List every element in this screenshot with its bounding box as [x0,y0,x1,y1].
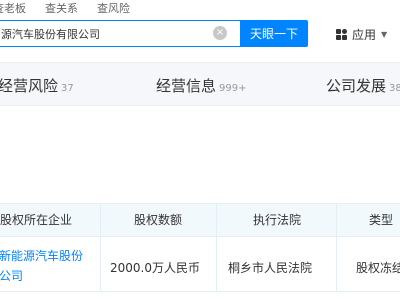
court-name: 桐乡市人民法院 [228,261,313,275]
tab-label: 公司发展 [326,77,387,95]
tab-count: 38 [389,83,400,94]
tab-label: 经营信息 [156,77,217,95]
equity-amount: 2000.0万人民币 [110,261,200,275]
tab-company-development[interactable]: 公司发展 38 [326,75,400,96]
clear-icon[interactable]: × [213,26,227,40]
company-link-continued[interactable]: 公司 [0,267,23,284]
search-button[interactable]: 天眼一下 [240,20,308,47]
dimension-tabs: 经营风险 37 经营信息 999+ 公司发展 38 [0,62,400,106]
header-court: 执行法院 [253,213,302,227]
header-type: 类型 [369,213,394,227]
company-link[interactable]: 新能源汽车股份 [0,247,83,264]
apps-grid-icon [336,28,347,40]
tab-search-boss[interactable]: 查老板 [0,1,26,17]
search-input[interactable] [1,21,207,46]
column-divider [336,237,337,291]
column-divider [216,237,217,291]
column-divider [100,204,101,236]
apps-menu-label: 应用 [352,27,377,42]
tab-search-relation[interactable]: 查关系 [45,1,78,17]
tab-count: 999+ [219,83,247,94]
header-equity-amount: 股权数额 [134,213,183,227]
column-divider [216,204,217,236]
table-header: 股权所在企业 股权数额 执行法院 类型 [0,203,400,237]
column-divider [336,204,337,236]
tab-count: 37 [61,83,74,94]
apps-menu[interactable]: 应用 ▼ [336,26,387,42]
search-type-tabs: 查老板 查关系 查风险 [0,1,149,17]
tab-business-risk[interactable]: 经营风险 37 [0,75,74,96]
equity-type: 股权冻结 [356,261,400,275]
tab-label: 经营风险 [0,77,59,95]
table-row: 新能源汽车股份 公司 2000.0万人民币 桐乡市人民法院 股权冻结 [0,237,400,292]
column-divider [100,237,101,291]
tab-business-info[interactable]: 经营信息 999+ [156,75,246,96]
search-header: 查老板 查关系 查风险 × 天眼一下 应用 ▼ [0,0,400,60]
chevron-down-icon: ▼ [381,29,388,39]
tab-search-risk[interactable]: 查风险 [97,1,130,17]
header-equity-company: 股权所在企业 [0,213,73,227]
search-box: × [0,20,240,47]
